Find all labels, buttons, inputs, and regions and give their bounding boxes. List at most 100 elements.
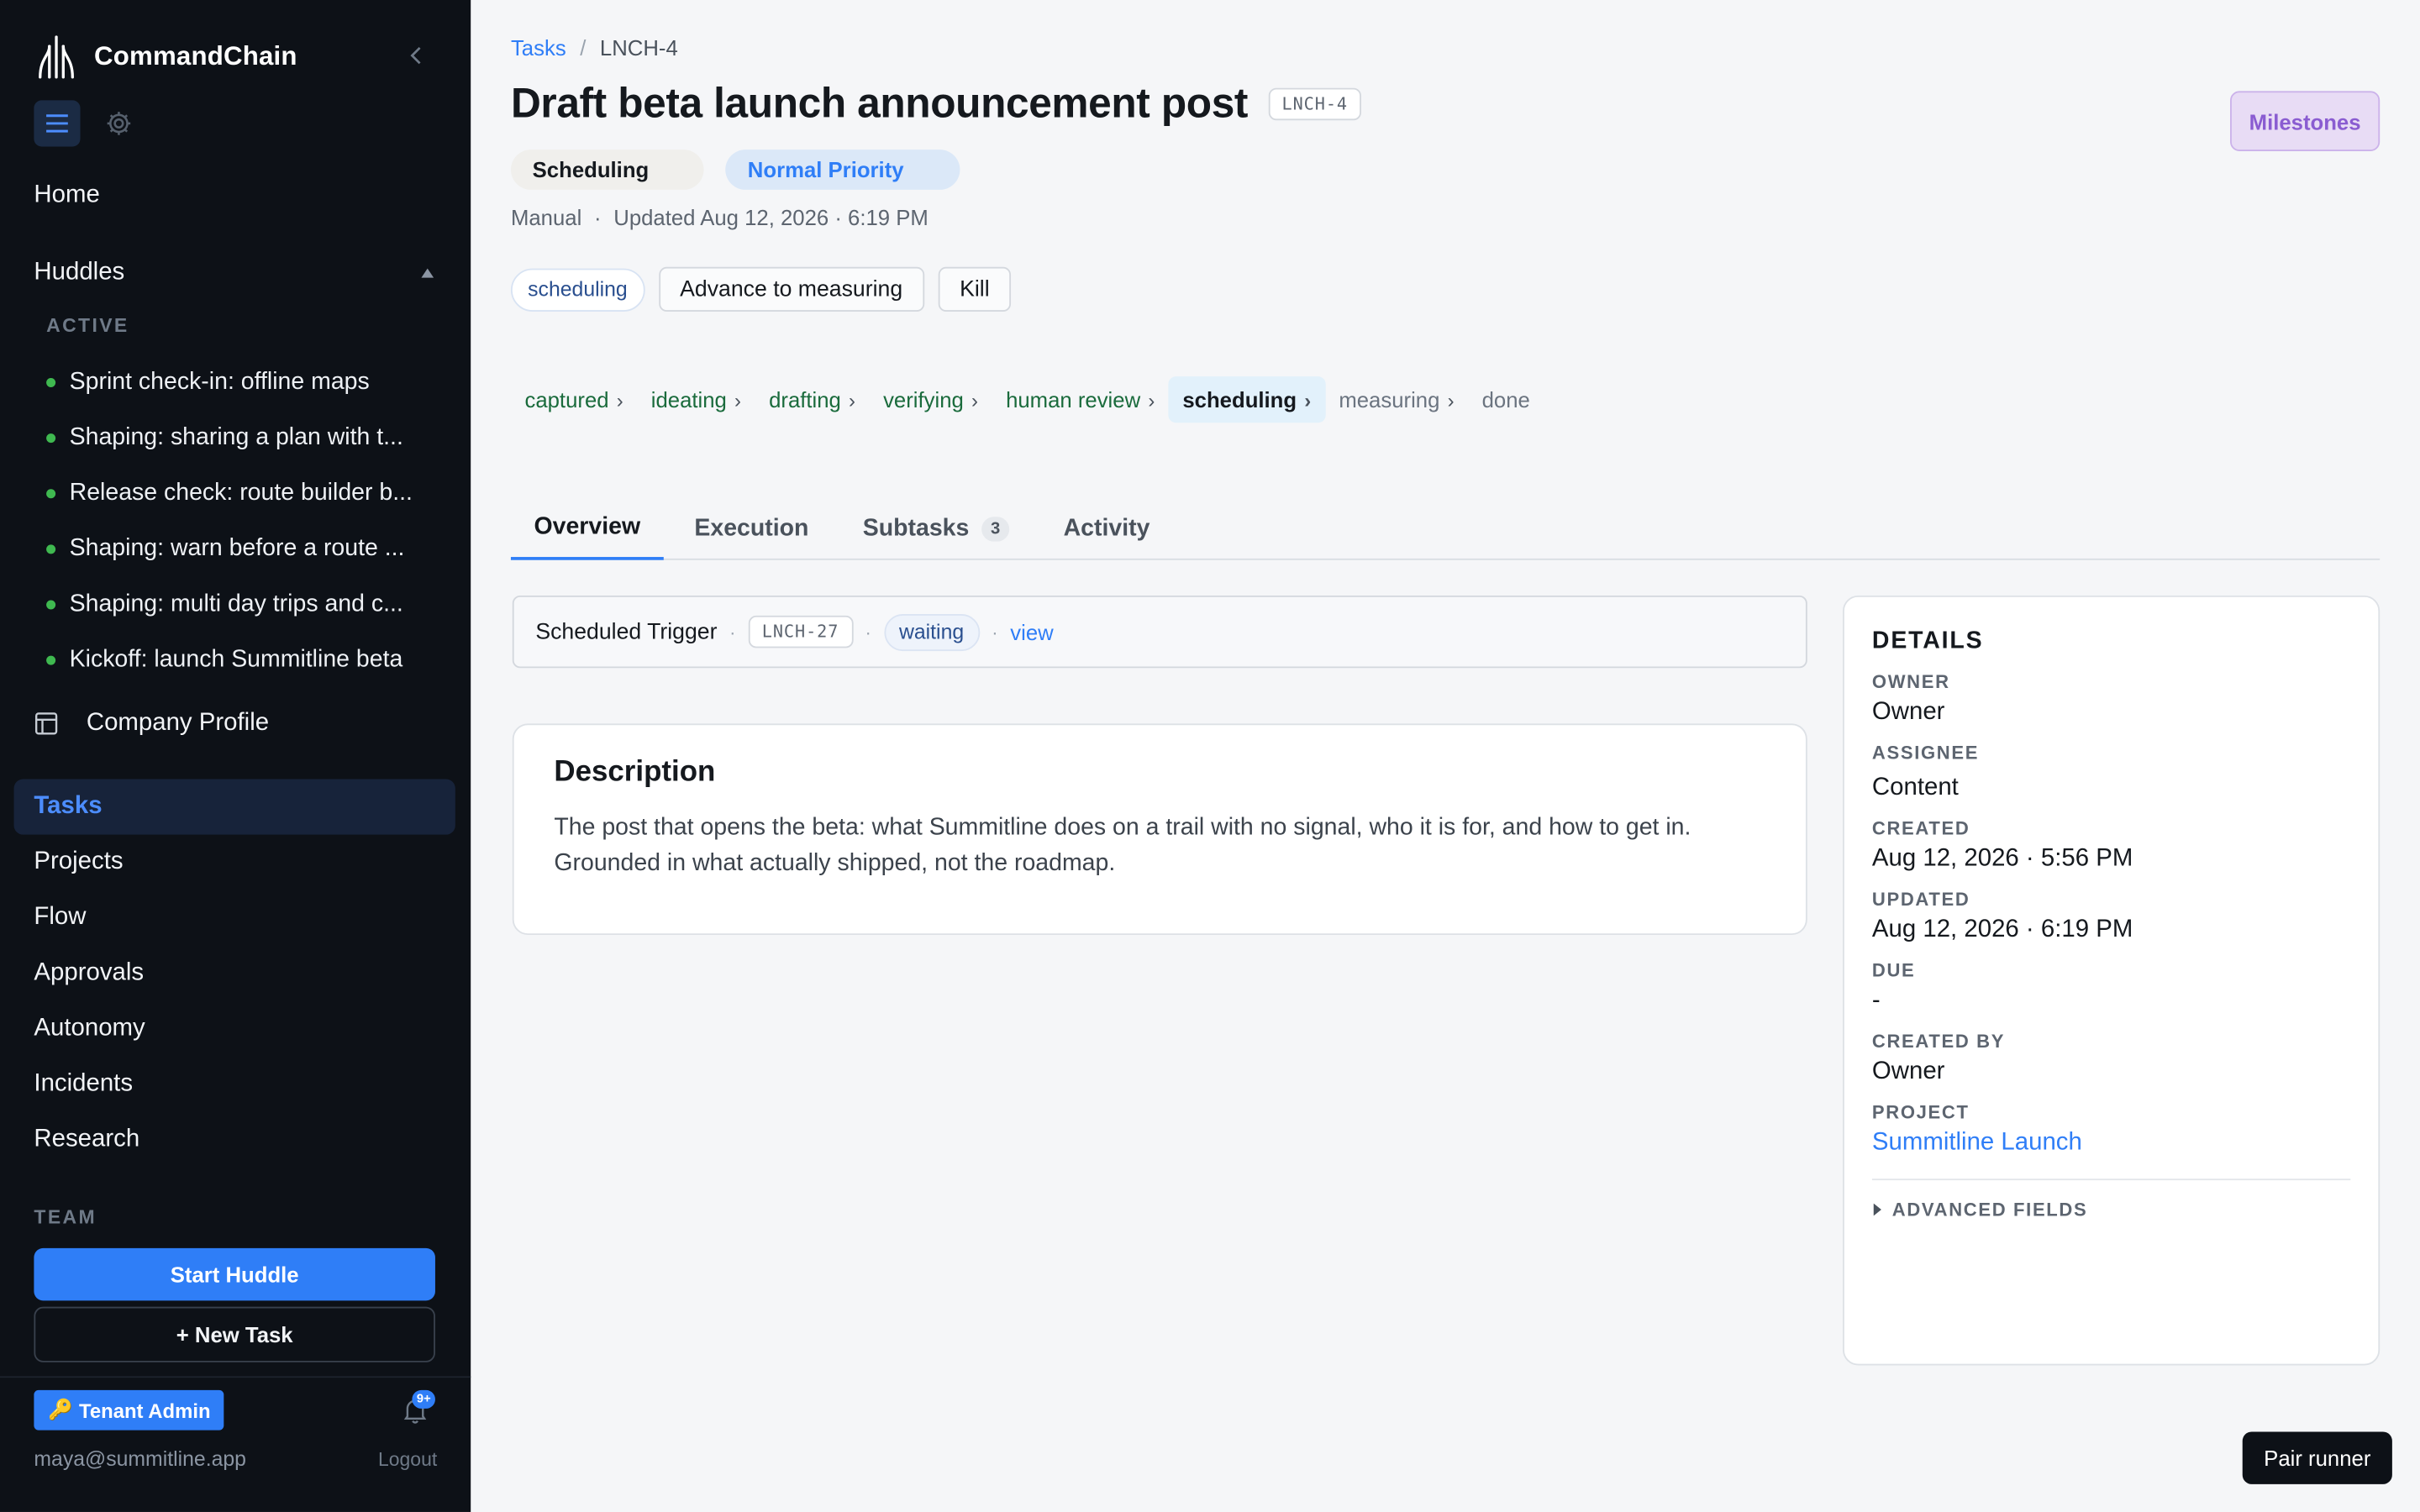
kill-button[interactable]: Kill [938, 266, 1012, 312]
user-email: maya@summitline.app [34, 1446, 246, 1471]
huddles-label: Huddles [34, 259, 125, 286]
huddles-section-label: ACTIVE [46, 314, 129, 337]
chevron-right-icon: › [616, 387, 623, 412]
task-source: Manual [510, 205, 582, 230]
stage-tag: scheduling [510, 267, 644, 312]
nav-autonomy[interactable]: Autonomy [14, 1001, 455, 1057]
active-dot-icon [46, 377, 56, 388]
milestones-button[interactable]: Milestones [2230, 91, 2381, 151]
tab-activity[interactable]: Activity [1040, 498, 1173, 559]
notifications-button[interactable]: 9+ [402, 1389, 436, 1427]
layout-icon [34, 712, 58, 735]
tab-subtasks[interactable]: Subtasks 3 [839, 498, 1033, 559]
breadcrumb: Tasks / LNCH-4 [511, 35, 678, 60]
project-link[interactable]: Summitline Launch [1872, 1129, 2350, 1157]
stage-scheduling[interactable]: scheduling › [1168, 376, 1325, 423]
new-task-button[interactable]: + New Task [34, 1306, 435, 1362]
priority-pill[interactable]: Normal Priority [726, 150, 960, 190]
separator: · [865, 621, 871, 643]
tab-execution[interactable]: Execution [671, 498, 832, 559]
nav-company-profile[interactable]: Company Profile [34, 710, 269, 738]
field-project: PROJECT Summitline Launch [1872, 1101, 2350, 1157]
trigger-id-chip: LNCH-27 [748, 615, 853, 648]
chevron-right-icon: › [1148, 387, 1155, 412]
breadcrumb-current: LNCH-4 [599, 35, 678, 60]
separator: · [729, 621, 736, 643]
stage-human-review[interactable]: human review › [992, 376, 1169, 423]
trigger-view-link[interactable]: view [1010, 619, 1053, 643]
caret-right-icon [1873, 1203, 1881, 1216]
details-heading: DETAILS [1871, 627, 1984, 654]
field-created-by: CREATED BY Owner [1871, 1030, 2006, 1085]
menu-icon [46, 114, 68, 133]
scheduled-trigger-card: Scheduled Trigger · LNCH-27 · waiting · … [512, 595, 1807, 669]
settings-button[interactable] [96, 100, 142, 146]
huddles-toggle[interactable]: Huddles [34, 260, 435, 287]
nav-home[interactable]: Home [34, 182, 99, 210]
stage-drafting[interactable]: drafting › [755, 376, 870, 423]
chevron-right-icon: › [1447, 387, 1455, 412]
start-huddle-button[interactable]: Start Huddle [34, 1247, 435, 1301]
nav-projects[interactable]: Projects [14, 835, 455, 890]
task-updated: Updated Aug 12, 2026 · 6:19 PM [613, 205, 929, 230]
huddle-item[interactable]: Kickoff: launch Summitline beta [46, 633, 435, 688]
huddle-item[interactable]: Sprint check-in: offline maps [46, 354, 435, 410]
active-dot-icon [46, 600, 56, 610]
main-content: Tasks / LNCH-4 Draft beta launch announc… [471, 0, 2420, 1512]
chevron-left-icon [410, 46, 421, 65]
chevron-right-icon: › [849, 387, 856, 412]
stage-ideating[interactable]: ideating › [637, 376, 755, 423]
advance-button[interactable]: Advance to measuring [658, 266, 924, 312]
collapse-sidebar-button[interactable] [404, 43, 429, 67]
tab-overview[interactable]: Overview [510, 498, 664, 560]
sidebar-toolbar [34, 100, 142, 147]
details-panel: DETAILS OWNER Owner ASSIGNEE Content CRE… [1843, 595, 2381, 1366]
breadcrumb-tasks-link[interactable]: Tasks [511, 35, 566, 60]
stage-verifying[interactable]: verifying › [870, 376, 992, 423]
field-due: DUE - [1871, 959, 1916, 1014]
active-dot-icon [46, 655, 56, 665]
active-dot-icon [46, 433, 56, 444]
nav-research[interactable]: Research [14, 1112, 455, 1168]
nav-flow[interactable]: Flow [14, 890, 455, 946]
huddle-item[interactable]: Release check: route builder b... [46, 466, 435, 522]
pair-runner-button[interactable]: Pair runner [2242, 1431, 2392, 1484]
sidebar-divider [0, 1376, 471, 1378]
nav-approvals[interactable]: Approvals [14, 946, 455, 1001]
active-dot-icon [46, 544, 56, 554]
huddle-item[interactable]: Shaping: warn before a route ... [46, 522, 435, 577]
chevron-right-icon: › [971, 387, 979, 412]
chevron-right-icon: › [1304, 387, 1312, 412]
breadcrumb-separator: / [580, 35, 587, 60]
title-row: Draft beta launch announcement post LNCH… [511, 81, 1362, 129]
brand[interactable]: CommandChain [34, 34, 297, 80]
description-text: The post that opens the beta: what Summi… [554, 814, 1691, 877]
field-updated: UPDATED Aug 12, 2026 · 6:19 PM [1871, 888, 2133, 943]
nav-tasks[interactable]: Tasks [13, 779, 455, 835]
tenant-admin-label: Tenant Admin [79, 1398, 211, 1422]
huddle-list: Sprint check-in: offline maps Shaping: s… [46, 354, 435, 688]
status-pill[interactable]: Scheduling [510, 150, 705, 190]
task-id-chip: LNCH-4 [1267, 87, 1362, 121]
field-assignee: ASSIGNEE Content [1871, 742, 1980, 801]
advanced-fields-toggle[interactable]: ADVANCED FIELDS [1872, 1199, 2350, 1221]
huddle-item[interactable]: Shaping: sharing a plan with t... [46, 411, 435, 466]
trigger-state-badge: waiting [883, 613, 980, 651]
huddle-item[interactable]: Shaping: multi day trips and c... [46, 577, 435, 633]
team-section-label: TEAM [34, 1206, 97, 1229]
nav-incidents[interactable]: Incidents [14, 1057, 455, 1112]
stage-done[interactable]: done [1468, 376, 1544, 423]
tab-bar: Overview Execution Subtasks 3 Activity [510, 498, 2381, 560]
menu-button[interactable] [34, 100, 81, 147]
trigger-label: Scheduled Trigger [535, 619, 718, 644]
field-created: CREATED Aug 12, 2026 · 5:56 PM [1871, 817, 2133, 872]
subtasks-count-badge: 3 [981, 517, 1010, 542]
stage-measuring[interactable]: measuring › [1325, 376, 1468, 423]
tenant-admin-badge[interactable]: 🔑 Tenant Admin [34, 1389, 225, 1431]
task-actions: scheduling Advance to measuring Kill [510, 266, 1012, 312]
sidebar: CommandChain Home Huddles ACTIVE Sprint … [0, 0, 471, 1512]
gear-icon [107, 112, 131, 135]
active-dot-icon [46, 489, 56, 499]
logout-link[interactable]: Logout [378, 1449, 437, 1471]
stage-captured[interactable]: captured › [511, 376, 637, 423]
